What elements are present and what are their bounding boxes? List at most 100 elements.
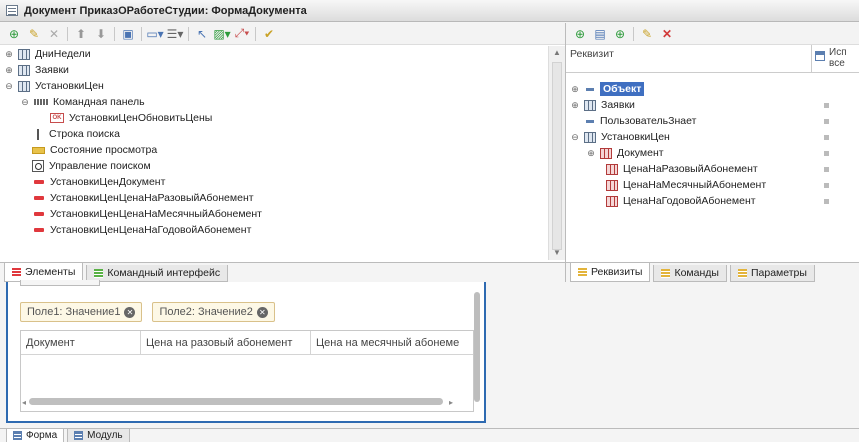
table-icon xyxy=(584,131,596,143)
expand-icon[interactable]: ⊕ xyxy=(4,65,14,75)
toolbar-divider xyxy=(67,26,68,41)
red-table-icon xyxy=(600,147,612,159)
tree-item-label: УстановкиЦенДокумент xyxy=(50,176,166,188)
module-icon xyxy=(74,431,84,440)
field-icon xyxy=(34,196,44,200)
elements-vertical-scrollbar[interactable]: ▲ ▼ xyxy=(548,46,565,260)
tree-item-ustanovkitsen[interactable]: ⊖ УстановкиЦен xyxy=(0,78,548,94)
attribute-row-single-price[interactable]: ЦенаНаРазовыйАбонемент xyxy=(566,161,859,177)
window-title: Документ ПриказОРаботеСтудии: ФормаДокум… xyxy=(24,4,307,17)
column-header-document[interactable]: Документ xyxy=(21,331,141,354)
document-icon xyxy=(6,5,18,16)
tree-item-dninedeli[interactable]: ⊕ ДниНедели xyxy=(0,46,548,62)
edit-attribute-icon[interactable]: ✎ xyxy=(637,25,657,43)
attributes-tabs: Реквизиты Команды Параметры xyxy=(566,262,859,282)
scrollbar-thumb[interactable] xyxy=(552,62,562,250)
add-attribute-icon[interactable]: ⊕ xyxy=(570,25,590,43)
scroll-up-icon[interactable]: ▲ xyxy=(549,46,565,60)
tab-attributes[interactable]: Реквизиты xyxy=(570,263,651,282)
tab-parameters[interactable]: Параметры xyxy=(729,265,815,282)
tree-item-monthly-price-field[interactable]: УстановкиЦенЦенаНаМесячныйАбонемент xyxy=(0,206,548,222)
remove-filter-icon[interactable]: ✕ xyxy=(256,306,268,318)
delete-icon[interactable]: ✕ xyxy=(44,25,64,43)
collapse-icon[interactable]: ⊖ xyxy=(20,97,30,107)
use-always-checkbox[interactable] xyxy=(824,135,829,140)
filter-chip-1[interactable]: Поле1: Значение1 ✕ xyxy=(20,302,143,322)
tree-item-yearly-price-field[interactable]: УстановкиЦенЦенаНаГодовойАбонемент xyxy=(0,222,548,238)
attribute-row-user-knows[interactable]: ПользовательЗнает xyxy=(566,113,859,129)
use-always-checkbox[interactable] xyxy=(824,183,829,188)
scroll-left-icon[interactable]: ◂ xyxy=(22,398,26,407)
form-icon[interactable]: ▨▾ xyxy=(212,25,232,43)
expand-icon[interactable]: ⊕ xyxy=(570,100,580,110)
tree-item-update-prices[interactable]: OK УстановкиЦенОбновитьЦены xyxy=(0,110,548,126)
add-nested-icon[interactable]: ⊕ xyxy=(610,25,630,43)
tree-item-command-bar[interactable]: ⊖ Командная панель xyxy=(0,94,548,110)
remove-filter-icon[interactable]: ✕ xyxy=(124,306,136,318)
add-column-icon[interactable]: ▤ xyxy=(590,25,610,43)
tree-item-search-control[interactable]: Управление поиском xyxy=(0,158,548,174)
collapse-icon[interactable]: ⊖ xyxy=(4,81,14,91)
preview-table-header: Документ Цена на разовый абонемент Цена … xyxy=(21,331,473,355)
search-line-icon xyxy=(37,128,39,140)
attribute-row-monthly-price[interactable]: ЦенаНаМесячныйАбонемент xyxy=(566,177,859,193)
use-always-checkbox[interactable] xyxy=(824,103,829,108)
use-always-checkbox[interactable] xyxy=(824,119,829,124)
column-header-single-price[interactable]: Цена на разовый абонемент xyxy=(141,331,311,354)
add-table-icon[interactable]: ☰▾ xyxy=(165,25,185,43)
tab-command-interface[interactable]: Командный интерфейс xyxy=(86,265,229,282)
attribute-row-object[interactable]: ⊕ Объект xyxy=(566,81,859,97)
expand-icon[interactable]: ⊕ xyxy=(570,84,580,94)
tree-item-search-line[interactable]: Строка поиска xyxy=(0,126,548,142)
horizontal-scrollbar[interactable] xyxy=(29,398,443,405)
move-down-icon[interactable]: ⬇ xyxy=(91,25,111,43)
use-always-label: Исп все xyxy=(829,47,847,69)
tree-item-label: Состояние просмотра xyxy=(50,144,158,156)
toolbar-divider xyxy=(114,26,115,41)
toolbar-divider xyxy=(188,26,189,41)
tools-icon[interactable]: ⤢▾ xyxy=(232,25,252,43)
column-header-use-always[interactable]: Исп все xyxy=(812,45,859,72)
filter-chip-2[interactable]: Поле2: Значение2 ✕ xyxy=(152,302,275,322)
use-always-checkbox[interactable] xyxy=(824,199,829,204)
dash-icon xyxy=(586,87,594,91)
attribute-row-yearly-price[interactable]: ЦенаНаГодовойАбонемент xyxy=(566,193,859,209)
tab-module[interactable]: Модуль xyxy=(67,429,130,442)
attribute-row-zayavki[interactable]: ⊕ Заявки xyxy=(566,97,859,113)
attribute-row-document[interactable]: ⊕ Документ xyxy=(566,145,859,161)
tab-commands[interactable]: Команды xyxy=(653,265,727,282)
red-table-icon xyxy=(606,195,618,207)
collapse-icon[interactable]: ⊖ xyxy=(570,132,580,142)
arrow-icon[interactable]: ↖ xyxy=(192,25,212,43)
scroll-down-icon[interactable]: ▼ xyxy=(549,246,565,260)
scroll-right-icon[interactable]: ▸ xyxy=(449,398,453,407)
tree-item-document-field[interactable]: УстановкиЦенДокумент xyxy=(0,174,548,190)
attribute-row-ustanovkitsen[interactable]: ⊖ УстановкиЦен xyxy=(566,129,859,145)
preview-button-stub[interactable] xyxy=(20,280,100,286)
tree-item-single-price-field[interactable]: УстановкиЦенЦенаНаРазовыйАбонемент xyxy=(0,190,548,206)
add-icon[interactable]: ⊕ xyxy=(4,25,24,43)
expand-icon[interactable]: ⊕ xyxy=(586,148,596,158)
tree-item-label: УстановкиЦенЦенаНаРазовыйАбонемент xyxy=(50,192,254,204)
preview-vertical-scrollbar[interactable] xyxy=(474,292,480,402)
column-header-attribute[interactable]: Реквизит xyxy=(566,45,812,72)
tree-item-view-state[interactable]: Состояние просмотра xyxy=(0,142,548,158)
attribute-label: Документ xyxy=(617,147,664,159)
move-up-icon[interactable]: ⬆ xyxy=(71,25,91,43)
group-icon[interactable]: ▣ xyxy=(118,25,138,43)
tab-label: Форма xyxy=(26,430,58,441)
tree-item-zayavki[interactable]: ⊕ Заявки xyxy=(0,62,548,78)
use-always-checkbox[interactable] xyxy=(824,151,829,156)
toolbar-divider xyxy=(141,26,142,41)
delete-attribute-icon[interactable]: ✕ xyxy=(657,25,677,43)
edit-icon[interactable]: ✎ xyxy=(24,25,44,43)
tab-label: Параметры xyxy=(750,267,807,279)
field-icon xyxy=(34,212,44,216)
use-always-checkbox[interactable] xyxy=(824,167,829,172)
column-header-monthly-price[interactable]: Цена на месячный абонеме xyxy=(311,331,473,354)
expand-icon[interactable]: ⊕ xyxy=(4,49,14,59)
add-field-icon[interactable]: ▭▾ xyxy=(145,25,165,43)
tab-form[interactable]: Форма xyxy=(6,429,65,442)
check-icon[interactable]: ✔ xyxy=(259,25,279,43)
ok-button-icon: OK xyxy=(50,113,64,123)
